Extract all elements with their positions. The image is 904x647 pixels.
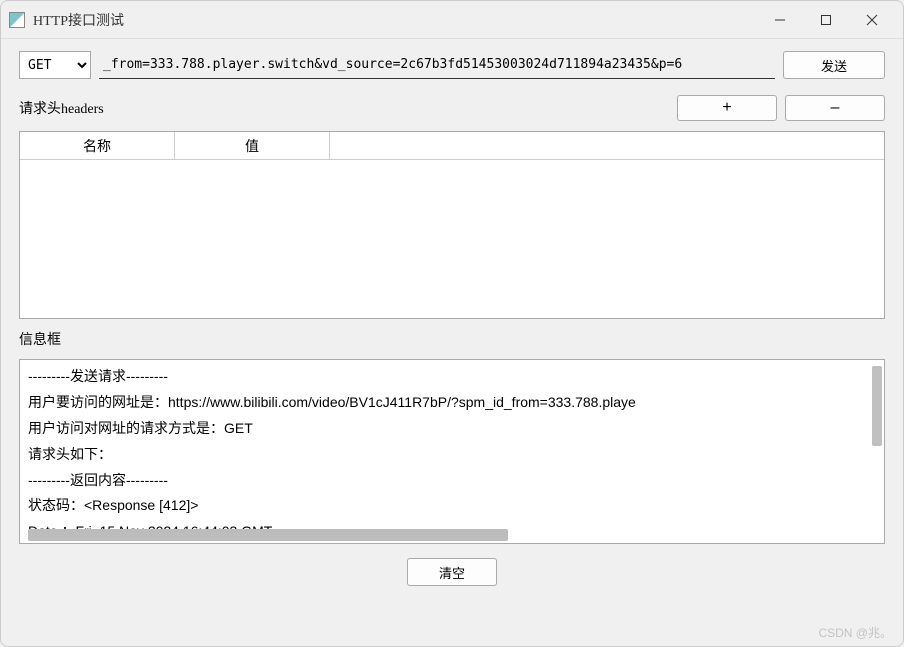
info-box[interactable]: ---------发送请求--------- 用户要访问的网址是：https:/…: [19, 359, 885, 544]
url-input[interactable]: [99, 51, 775, 79]
vertical-scrollbar[interactable]: [872, 366, 882, 446]
column-header-name[interactable]: 名称: [20, 132, 175, 160]
headers-table[interactable]: 名称 值: [19, 131, 885, 319]
info-line: 用户要访问的网址是：https://www.bilibili.com/video…: [28, 390, 876, 416]
minimize-button[interactable]: [757, 4, 803, 36]
info-line: 请求头如下：: [28, 442, 876, 468]
info-line: 状态码：<Response [412]>: [28, 493, 876, 519]
horizontal-scrollbar[interactable]: [28, 529, 508, 541]
info-label: 信息框: [19, 329, 885, 349]
send-button[interactable]: 发送: [783, 51, 885, 79]
close-icon: [866, 14, 878, 26]
clear-button[interactable]: 清空: [407, 558, 497, 586]
maximize-button[interactable]: [803, 4, 849, 36]
url-row: GET 发送: [19, 51, 885, 79]
add-header-button[interactable]: +: [677, 95, 777, 121]
column-header-value[interactable]: 值: [175, 132, 330, 160]
info-line: 用户访问对网址的请求方式是：GET: [28, 416, 876, 442]
headers-row: 请求头headers + –: [19, 95, 885, 121]
window-controls: [757, 4, 895, 36]
info-line: ---------发送请求---------: [28, 364, 876, 390]
remove-header-button[interactable]: –: [785, 95, 885, 121]
close-button[interactable]: [849, 4, 895, 36]
headers-label: 请求头headers: [19, 98, 669, 118]
titlebar: HTTP接口测试: [1, 1, 903, 39]
info-line: ---------返回内容---------: [28, 468, 876, 494]
method-select[interactable]: GET: [19, 51, 91, 79]
window-title: HTTP接口测试: [33, 10, 757, 30]
minimize-icon: [774, 14, 786, 26]
app-window: HTTP接口测试 GET 发送 请求头headers + –: [0, 0, 904, 647]
maximize-icon: [820, 14, 832, 26]
info-content: ---------发送请求--------- 用户要访问的网址是：https:/…: [28, 364, 876, 544]
clear-row: 清空: [19, 554, 885, 586]
content-area: GET 发送 请求头headers + – 名称 值 信息框 ---------…: [1, 39, 903, 646]
app-icon: [9, 12, 25, 28]
table-header-row: 名称 值: [20, 132, 884, 160]
